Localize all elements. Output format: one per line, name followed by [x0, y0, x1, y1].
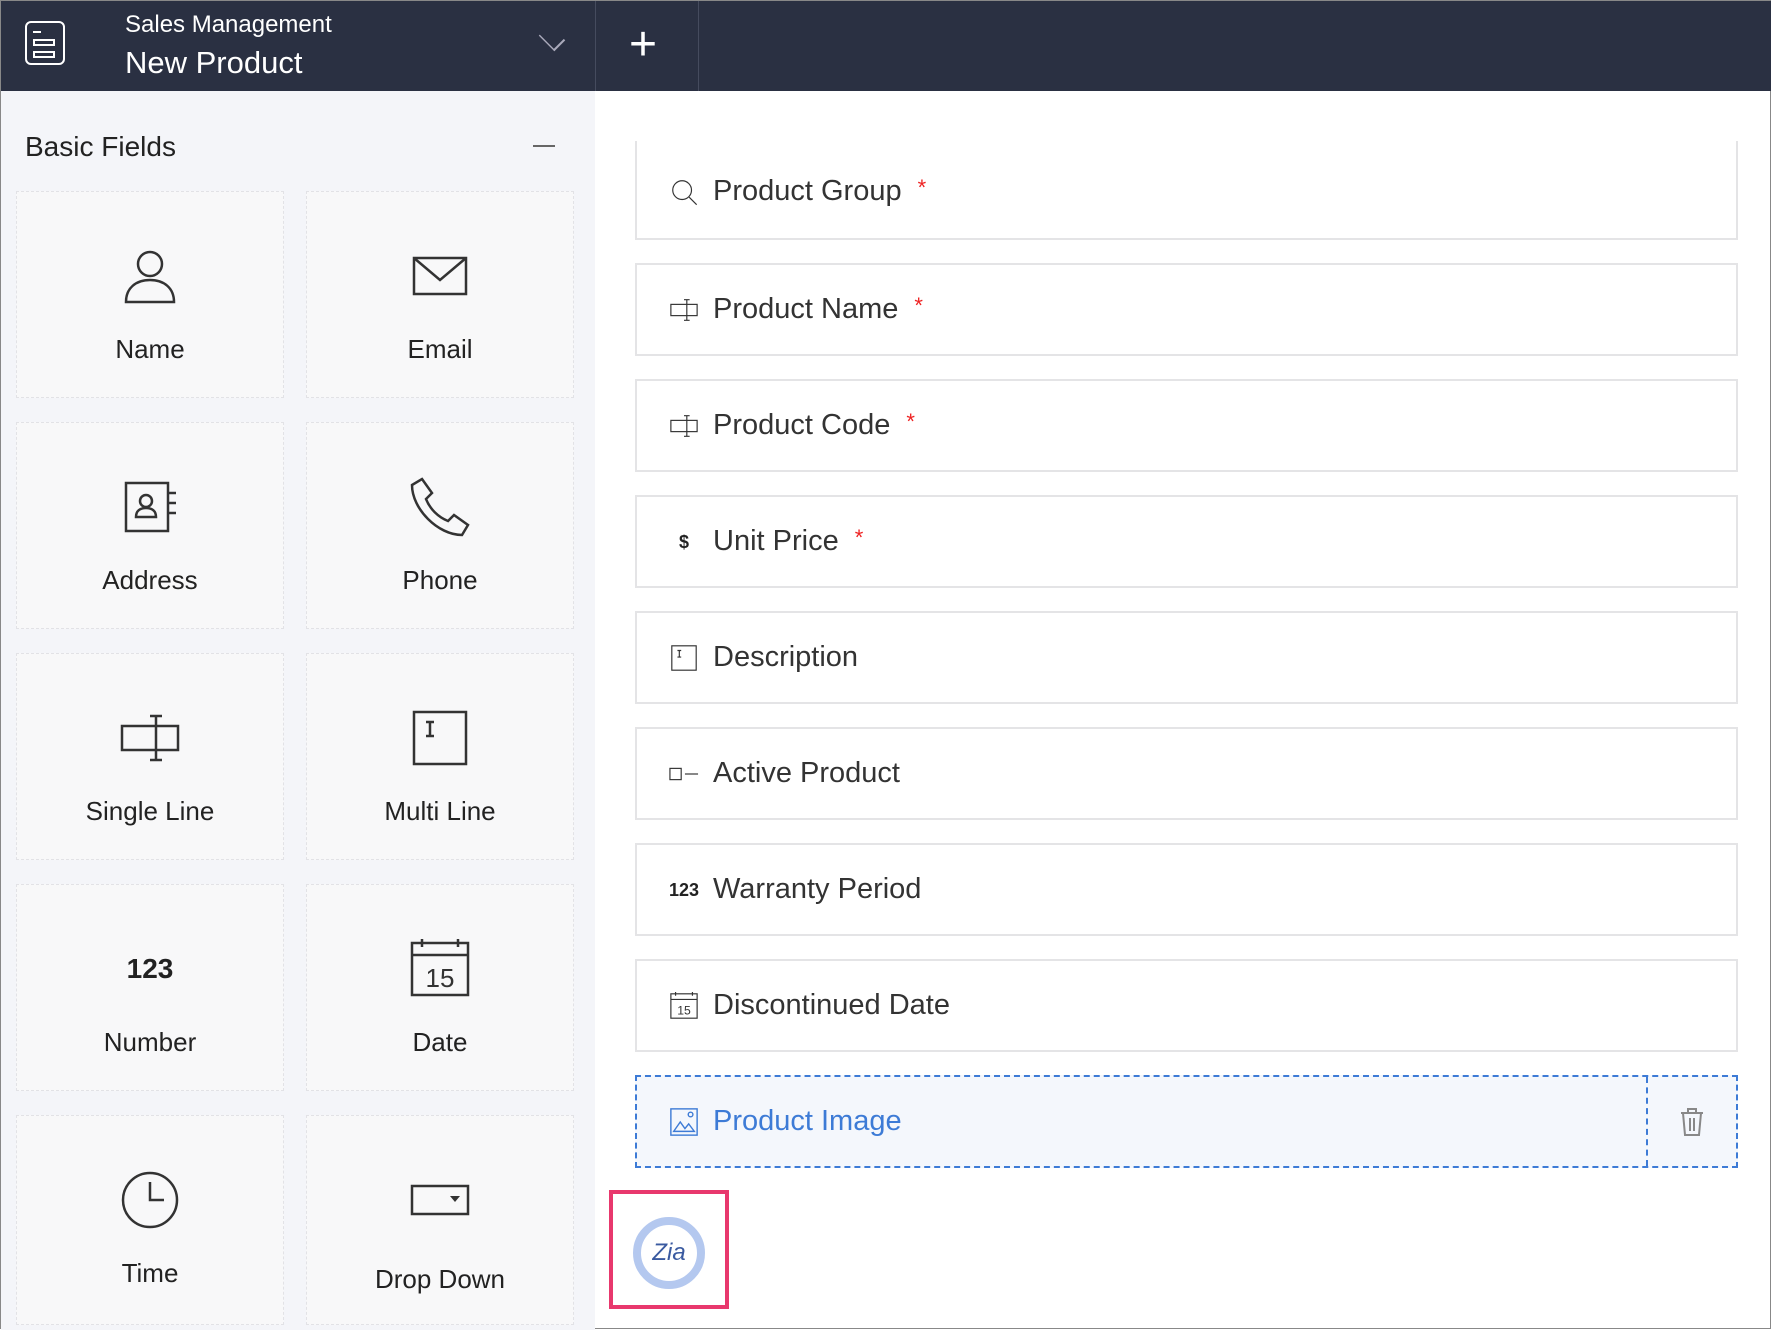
- dropdown-icon: [307, 1168, 573, 1232]
- calendar-icon: 15: [307, 937, 573, 1001]
- field-tile-drop-down[interactable]: Drop Down: [306, 1115, 574, 1325]
- zia-highlight: Zia: [609, 1190, 729, 1309]
- field-label: Description: [713, 641, 859, 673]
- phone-icon: [307, 475, 573, 539]
- svg-text:15: 15: [677, 1003, 691, 1017]
- tile-label: Date: [412, 1027, 468, 1057]
- tile-label: Drop Down: [374, 1264, 506, 1294]
- form-field-discontinued-date[interactable]: 15 Discontinued Date: [635, 959, 1738, 1052]
- single-line-icon: [667, 409, 701, 443]
- field-tile-time[interactable]: Time: [16, 1115, 284, 1325]
- form-field-product-code[interactable]: Product Code *: [635, 379, 1738, 472]
- form-field-unit-price[interactable]: $ Unit Price *: [635, 495, 1738, 588]
- tile-label: Address: [102, 565, 198, 595]
- tile-label: Multi Line: [384, 796, 496, 826]
- chevron-down-icon[interactable]: [538, 24, 566, 52]
- field-tile-single-line[interactable]: Single Line: [16, 653, 284, 860]
- address-book-icon: [17, 475, 283, 539]
- required-marker: *: [906, 409, 915, 434]
- field-label: Discontinued Date: [713, 989, 950, 1021]
- single-line-icon: [17, 706, 283, 770]
- field-tile-phone[interactable]: Phone: [306, 422, 574, 629]
- required-marker: *: [914, 293, 923, 318]
- field-tile-number[interactable]: 123 Number: [16, 884, 284, 1091]
- required-marker: *: [854, 525, 864, 550]
- search-icon: [667, 175, 701, 209]
- form-field-description[interactable]: Description: [635, 611, 1738, 704]
- field-tile-address[interactable]: Address: [16, 422, 284, 629]
- form-app-icon: [25, 21, 65, 65]
- field-label: Warranty Period: [713, 873, 922, 905]
- tile-label: Email: [407, 334, 473, 364]
- field-label: Product Code: [713, 409, 891, 441]
- tile-label: Number: [103, 1027, 197, 1057]
- form-field-warranty-period[interactable]: 123 Warranty Period: [635, 843, 1738, 936]
- field-tile-name[interactable]: Name: [16, 191, 284, 398]
- trash-icon: [1681, 1107, 1703, 1136]
- number-icon: 123: [668, 879, 700, 900]
- divider: [595, 1, 596, 91]
- multi-line-icon: [667, 641, 701, 675]
- calendar-icon: 15: [667, 989, 701, 1023]
- form-title: New Product: [125, 45, 303, 80]
- zia-button[interactable]: Zia: [633, 1217, 705, 1289]
- envelope-icon: [307, 244, 573, 308]
- clock-icon: [17, 1168, 283, 1232]
- single-line-icon: [667, 293, 701, 327]
- section-title: Basic Fields: [25, 131, 176, 162]
- svg-text:15: 15: [426, 963, 455, 993]
- tile-label: Time: [121, 1258, 179, 1288]
- field-tile-multi-line[interactable]: Multi Line: [306, 653, 574, 860]
- divider: [698, 1, 699, 91]
- field-label: Active Product: [713, 757, 900, 789]
- number-icon: 123: [126, 953, 174, 984]
- app-name: Sales Management: [125, 11, 332, 38]
- form-field-product-group[interactable]: Product Group *: [635, 141, 1738, 240]
- dollar-icon: $: [678, 531, 689, 552]
- checkbox-icon: [667, 757, 701, 791]
- form-field-product-image[interactable]: Product Image: [635, 1075, 1738, 1168]
- zia-logo: Zia: [652, 1239, 686, 1266]
- field-tile-email[interactable]: Email: [306, 191, 574, 398]
- field-palette: Basic Fields Name Email Address Phone Single…: [1, 91, 595, 1330]
- form-field-active-product[interactable]: Active Product: [635, 727, 1738, 820]
- tile-label: Name: [115, 334, 185, 364]
- form-field-product-name[interactable]: Product Name *: [635, 263, 1738, 356]
- required-marker: *: [917, 175, 927, 200]
- tile-label: Single Line: [85, 796, 215, 826]
- field-label: Product Image: [713, 1105, 902, 1137]
- field-label: Product Name: [713, 293, 899, 325]
- field-label: Product Group: [713, 175, 902, 207]
- add-form-button[interactable]: +: [629, 17, 657, 72]
- delete-field-button[interactable]: [1646, 1077, 1736, 1166]
- multi-line-icon: [307, 706, 573, 770]
- tile-label: Phone: [402, 565, 478, 595]
- field-label: Unit Price: [713, 525, 839, 557]
- person-icon: [17, 244, 283, 308]
- app-header: Sales Management New Product +: [1, 1, 1771, 91]
- collapse-button[interactable]: [533, 145, 555, 147]
- field-tile-date[interactable]: 15 Date: [306, 884, 574, 1091]
- image-icon: [667, 1105, 701, 1139]
